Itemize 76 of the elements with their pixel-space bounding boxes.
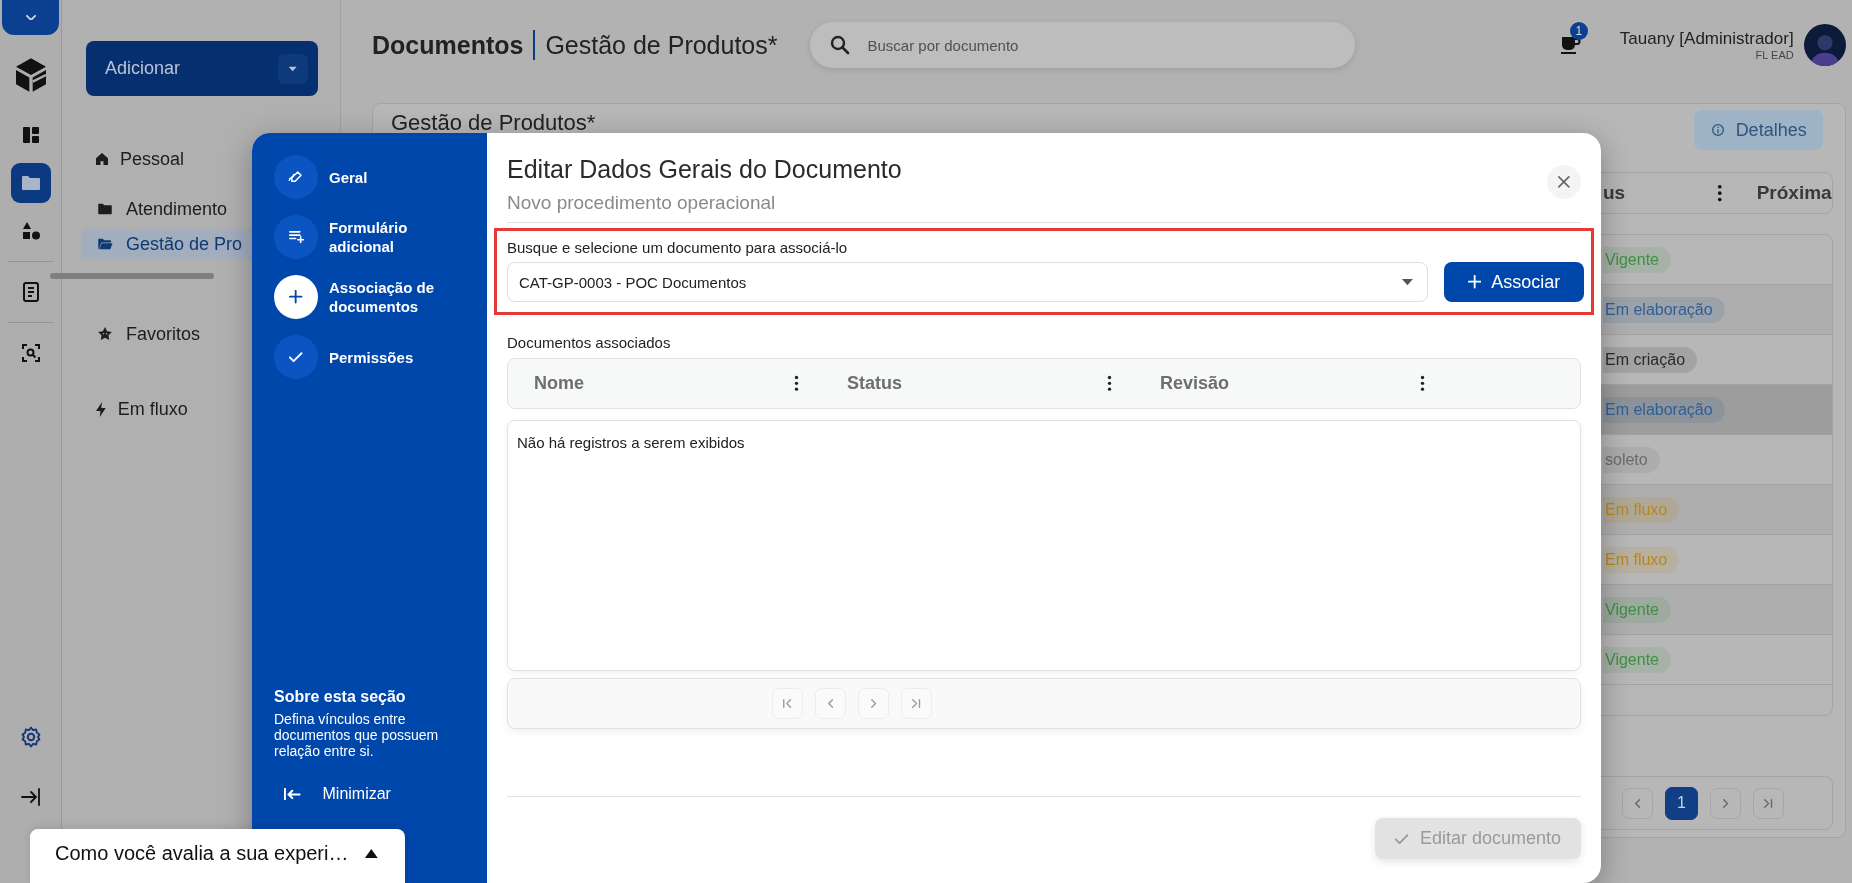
star-icon [96,325,114,343]
caret-icon [288,65,298,72]
column-header: Nome [534,373,584,394]
first-page-icon [783,699,792,708]
column-header: Revisão [1160,373,1230,394]
page-title: Documentos [372,30,524,60]
section-description: Defina vínculos entre documentos que possuem relação entre si. [274,711,440,759]
chevron-down-icon [25,14,36,21]
kebab-icon [794,375,799,392]
add-button[interactable]: Adicionar [86,41,318,96]
page-subtitle: Gestão de Produtos* [545,30,778,60]
status-badge: Em fluxo [1603,496,1680,523]
field-label: Busque e selecione um documento para associá-lo [507,239,849,256]
status-badge: soleto [1603,446,1660,473]
user-name: Tauany [Administrador] [1619,29,1794,49]
caret-up-icon [364,847,379,859]
minimize-button[interactable]: Minimizar [284,785,487,803]
status-badge: Vigente [1603,596,1671,623]
chevron-right-icon [870,699,877,708]
step-item[interactable]: Formulário adicional [274,215,487,259]
dialog-title: Editar Dados Gerais do Documento [507,155,902,184]
page-button[interactable]: 1 [1665,786,1698,820]
nav-item[interactable]: Favoritos [81,319,252,349]
nav-item[interactable]: Atendimento [81,194,252,224]
plus-icon [1467,275,1482,289]
check-icon [289,352,303,362]
step-item[interactable]: Permissões [274,335,487,379]
document-select[interactable]: CAT-GP-0003 - POC Documentos [507,262,1428,302]
details-button[interactable]: Detalhes [1693,110,1823,150]
status-badge: Vigente [1603,646,1671,673]
check-icon [1394,833,1408,844]
chevron-right-icon [1722,798,1729,808]
kebab-icon [1107,375,1112,392]
avatar[interactable] [1803,24,1846,66]
plus-icon [289,290,303,304]
notification-badge: 1 [1569,22,1588,40]
home-icon [96,153,108,165]
lightning-icon [96,401,106,417]
status-badge: Em fluxo [1603,546,1680,573]
chevron-left-icon [1634,798,1641,808]
chevron-left-icon [827,699,834,708]
column-header: Próxima [1756,182,1832,204]
nav-item[interactable]: Gestão de Pro [81,229,252,259]
scrollbar[interactable] [50,273,214,279]
last-page-icon [1764,798,1773,808]
status-badge: Em elaboração [1603,296,1725,323]
arrow-left-bar-icon [284,787,301,801]
status-badge: Vigente [1603,246,1671,273]
feedback-bar[interactable]: Como você avalia a sua experi… [30,829,405,883]
card-title: Gestão de Produtos* [391,110,596,136]
user-organization: FL EAD [1755,49,1794,61]
column-header: us [1603,182,1626,204]
kebab-icon [1717,183,1723,203]
close-button[interactable] [1547,165,1581,199]
associate-button[interactable]: Associar [1444,262,1584,302]
rail-button[interactable] [10,163,51,203]
search-field[interactable]: Buscar por documento [809,22,1355,68]
info-icon [1709,122,1726,138]
logout-arrow-icon [21,788,40,806]
collapse-button[interactable] [2,0,59,35]
last-page-icon [912,699,921,708]
section-title: Sobre esta seção [274,688,407,706]
status-badge: Em criação [1603,346,1698,373]
column-header: Status [847,373,902,394]
status-badge: Em elaboração [1603,396,1725,423]
empty-message: Não há registros a serem exibidos [517,434,745,451]
section-label: Documentos associados [507,334,672,351]
close-icon [1558,176,1570,188]
dialog-subtitle: Novo procedimento operacional [507,192,777,214]
step-item[interactable]: Geral [274,155,487,199]
kebab-icon [1420,375,1425,392]
nav-item[interactable]: Pessoal [81,144,252,174]
caret-icon [1401,278,1414,287]
nav-item[interactable]: Em fluxo [81,394,252,424]
list-plus-icon [288,230,304,244]
step-item[interactable]: Associação de documentos [274,275,487,319]
